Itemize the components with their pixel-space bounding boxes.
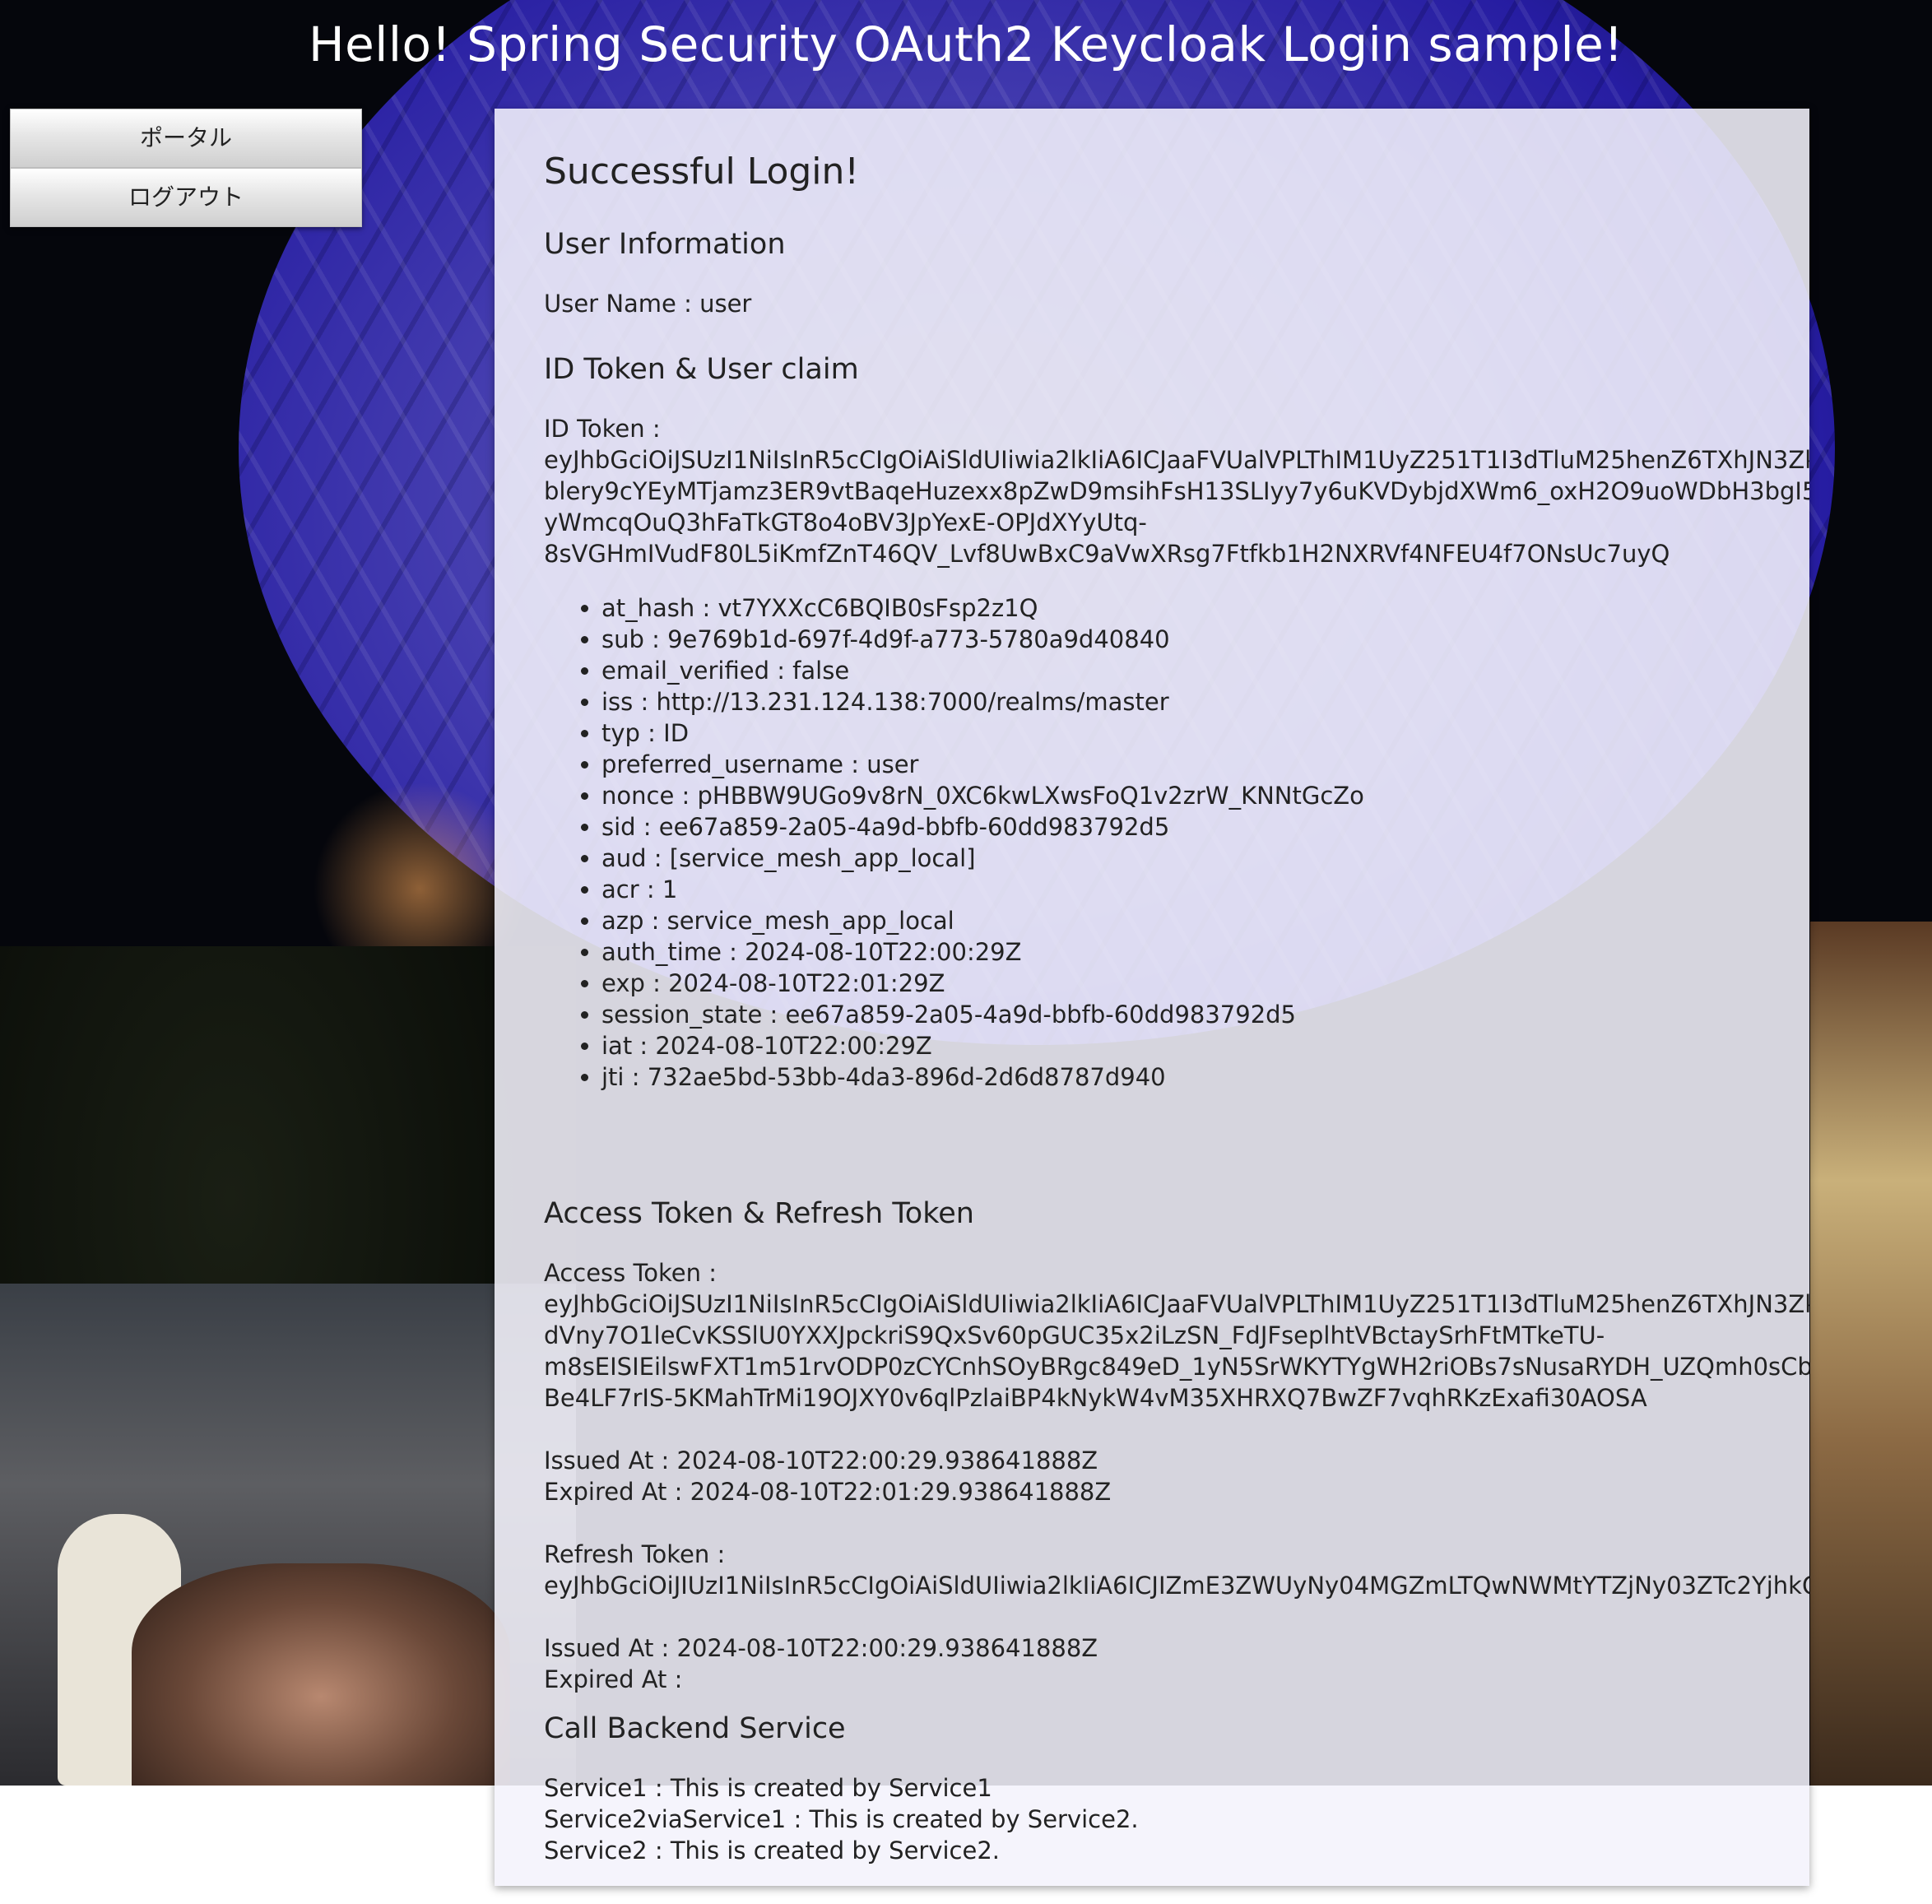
refresh-expired-at: Expired At : [544, 1665, 683, 1693]
id-token-label: ID Token : [544, 415, 661, 443]
refresh-issued-at: Issued At : 2024-08-10T22:00:29.93864188… [544, 1634, 1098, 1662]
id-token-heading: ID Token & User claim [544, 353, 859, 386]
side-menu: ポータル ログアウト [10, 109, 362, 227]
access-issued-at: Issued At : 2024-08-10T22:00:29.93864188… [544, 1447, 1098, 1474]
access-token-line: m8sEISIEilswFXT1m51rvODP0zCYCnhSOyBRgc84… [544, 1353, 1809, 1381]
login-info-panel: Successful Login! User Information User … [495, 109, 1809, 1886]
logout-button[interactable]: ログアウト [10, 168, 362, 227]
backend-result: Service2 : This is created by Service2. [544, 1837, 1001, 1865]
access-expired-at: Expired At : 2024-08-10T22:01:29.9386418… [544, 1478, 1112, 1506]
claim-item: iat : 2024-08-10T22:00:29Z [601, 1030, 1809, 1061]
background-crowd [132, 1563, 510, 1786]
claim-item: typ : ID [601, 717, 1809, 749]
user-info-heading: User Information [544, 228, 786, 261]
claim-item: nonce : pHBBW9UGo9v8rN_0XC6kwLXwsFoQ1v2z… [601, 780, 1809, 811]
access-token-value: eyJhbGciOiJSUzI1NiIsInR5cCIgOiAiSldUIiwi… [544, 1289, 1809, 1414]
backend-result: Service1 : This is created by Service1 [544, 1774, 992, 1802]
refresh-token-value: eyJhbGciOiJIUzI1NiIsInR5cCIgOiAiSldUIiwi… [544, 1570, 1809, 1601]
id-token-line: 8sVGHmIVudF80L5iKmfZnT46QV_Lvf8UwBxC9aVw… [544, 540, 1670, 568]
user-name: User Name : user [544, 290, 752, 318]
claim-item: acr : 1 [601, 874, 1809, 905]
claim-item: aud : [service_mesh_app_local] [601, 843, 1809, 874]
claim-item: session_state : ee67a859-2a05-4a9d-bbfb-… [601, 999, 1809, 1030]
claim-item: preferred_username : user [601, 749, 1809, 780]
id-token-value: eyJhbGciOiJSUzI1NiIsInR5cCIgOiAiSldUIiwi… [544, 444, 1809, 569]
claim-item: exp : 2024-08-10T22:01:29Z [601, 968, 1809, 999]
id-token-line: yWmcqOuQ3hFaTkGT8o4oBV3JpYexE-OPJdXYyUtq… [544, 509, 1147, 536]
backend-heading: Call Backend Service [544, 1712, 846, 1745]
claim-item: auth_time : 2024-08-10T22:00:29Z [601, 936, 1809, 968]
id-token-line: blery9cYEyMTjamz3ER9vtBaqeHuzexx8pZwD9ms… [544, 477, 1809, 505]
claim-item: sub : 9e769b1d-697f-4d9f-a773-5780a9d408… [601, 624, 1809, 655]
page-title: Hello! Spring Security OAuth2 Keycloak L… [308, 16, 1624, 72]
claim-item: email_verified : false [601, 655, 1809, 686]
tokens-heading: Access Token & Refresh Token [544, 1197, 974, 1230]
backend-result: Service2viaService1 : This is created by… [544, 1805, 1139, 1833]
access-token-line: eyJhbGciOiJSUzI1NiIsInR5cCIgOiAiSldUIiwi… [544, 1290, 1809, 1318]
success-heading: Successful Login! [544, 151, 860, 193]
id-token-line: eyJhbGciOiJSUzI1NiIsInR5cCIgOiAiSldUIiwi… [544, 446, 1809, 474]
claim-item: jti : 732ae5bd-53bb-4da3-896d-2d6d8787d9… [601, 1061, 1809, 1093]
access-token-line: Be4LF7rIS-5KMahTrMi19OJXY0v6qlPzlaiBP4kN… [544, 1384, 1647, 1412]
portal-button[interactable]: ポータル [10, 109, 362, 168]
refresh-token-line: eyJhbGciOiJIUzI1NiIsInR5cCIgOiAiSldUIiwi… [544, 1572, 1809, 1600]
claim-item: iss : http://13.231.124.138:7000/realms/… [601, 686, 1809, 717]
access-token-label: Access Token : [544, 1259, 717, 1287]
user-claims-list: at_hash : vt7YXXcC6BQIB0sFsp2z1Q sub : 9… [544, 592, 1809, 1093]
claim-item: sid : ee67a859-2a05-4a9d-bbfb-60dd983792… [601, 811, 1809, 843]
claim-item: at_hash : vt7YXXcC6BQIB0sFsp2z1Q [601, 592, 1809, 624]
background-food-stand [1810, 922, 1932, 1786]
claim-item: azp : service_mesh_app_local [601, 905, 1809, 936]
refresh-token-label: Refresh Token : [544, 1540, 726, 1568]
access-token-line: dVny7O1leCvKSSlU0YXXJpckriS9QxSv60pGUC35… [544, 1321, 1605, 1349]
